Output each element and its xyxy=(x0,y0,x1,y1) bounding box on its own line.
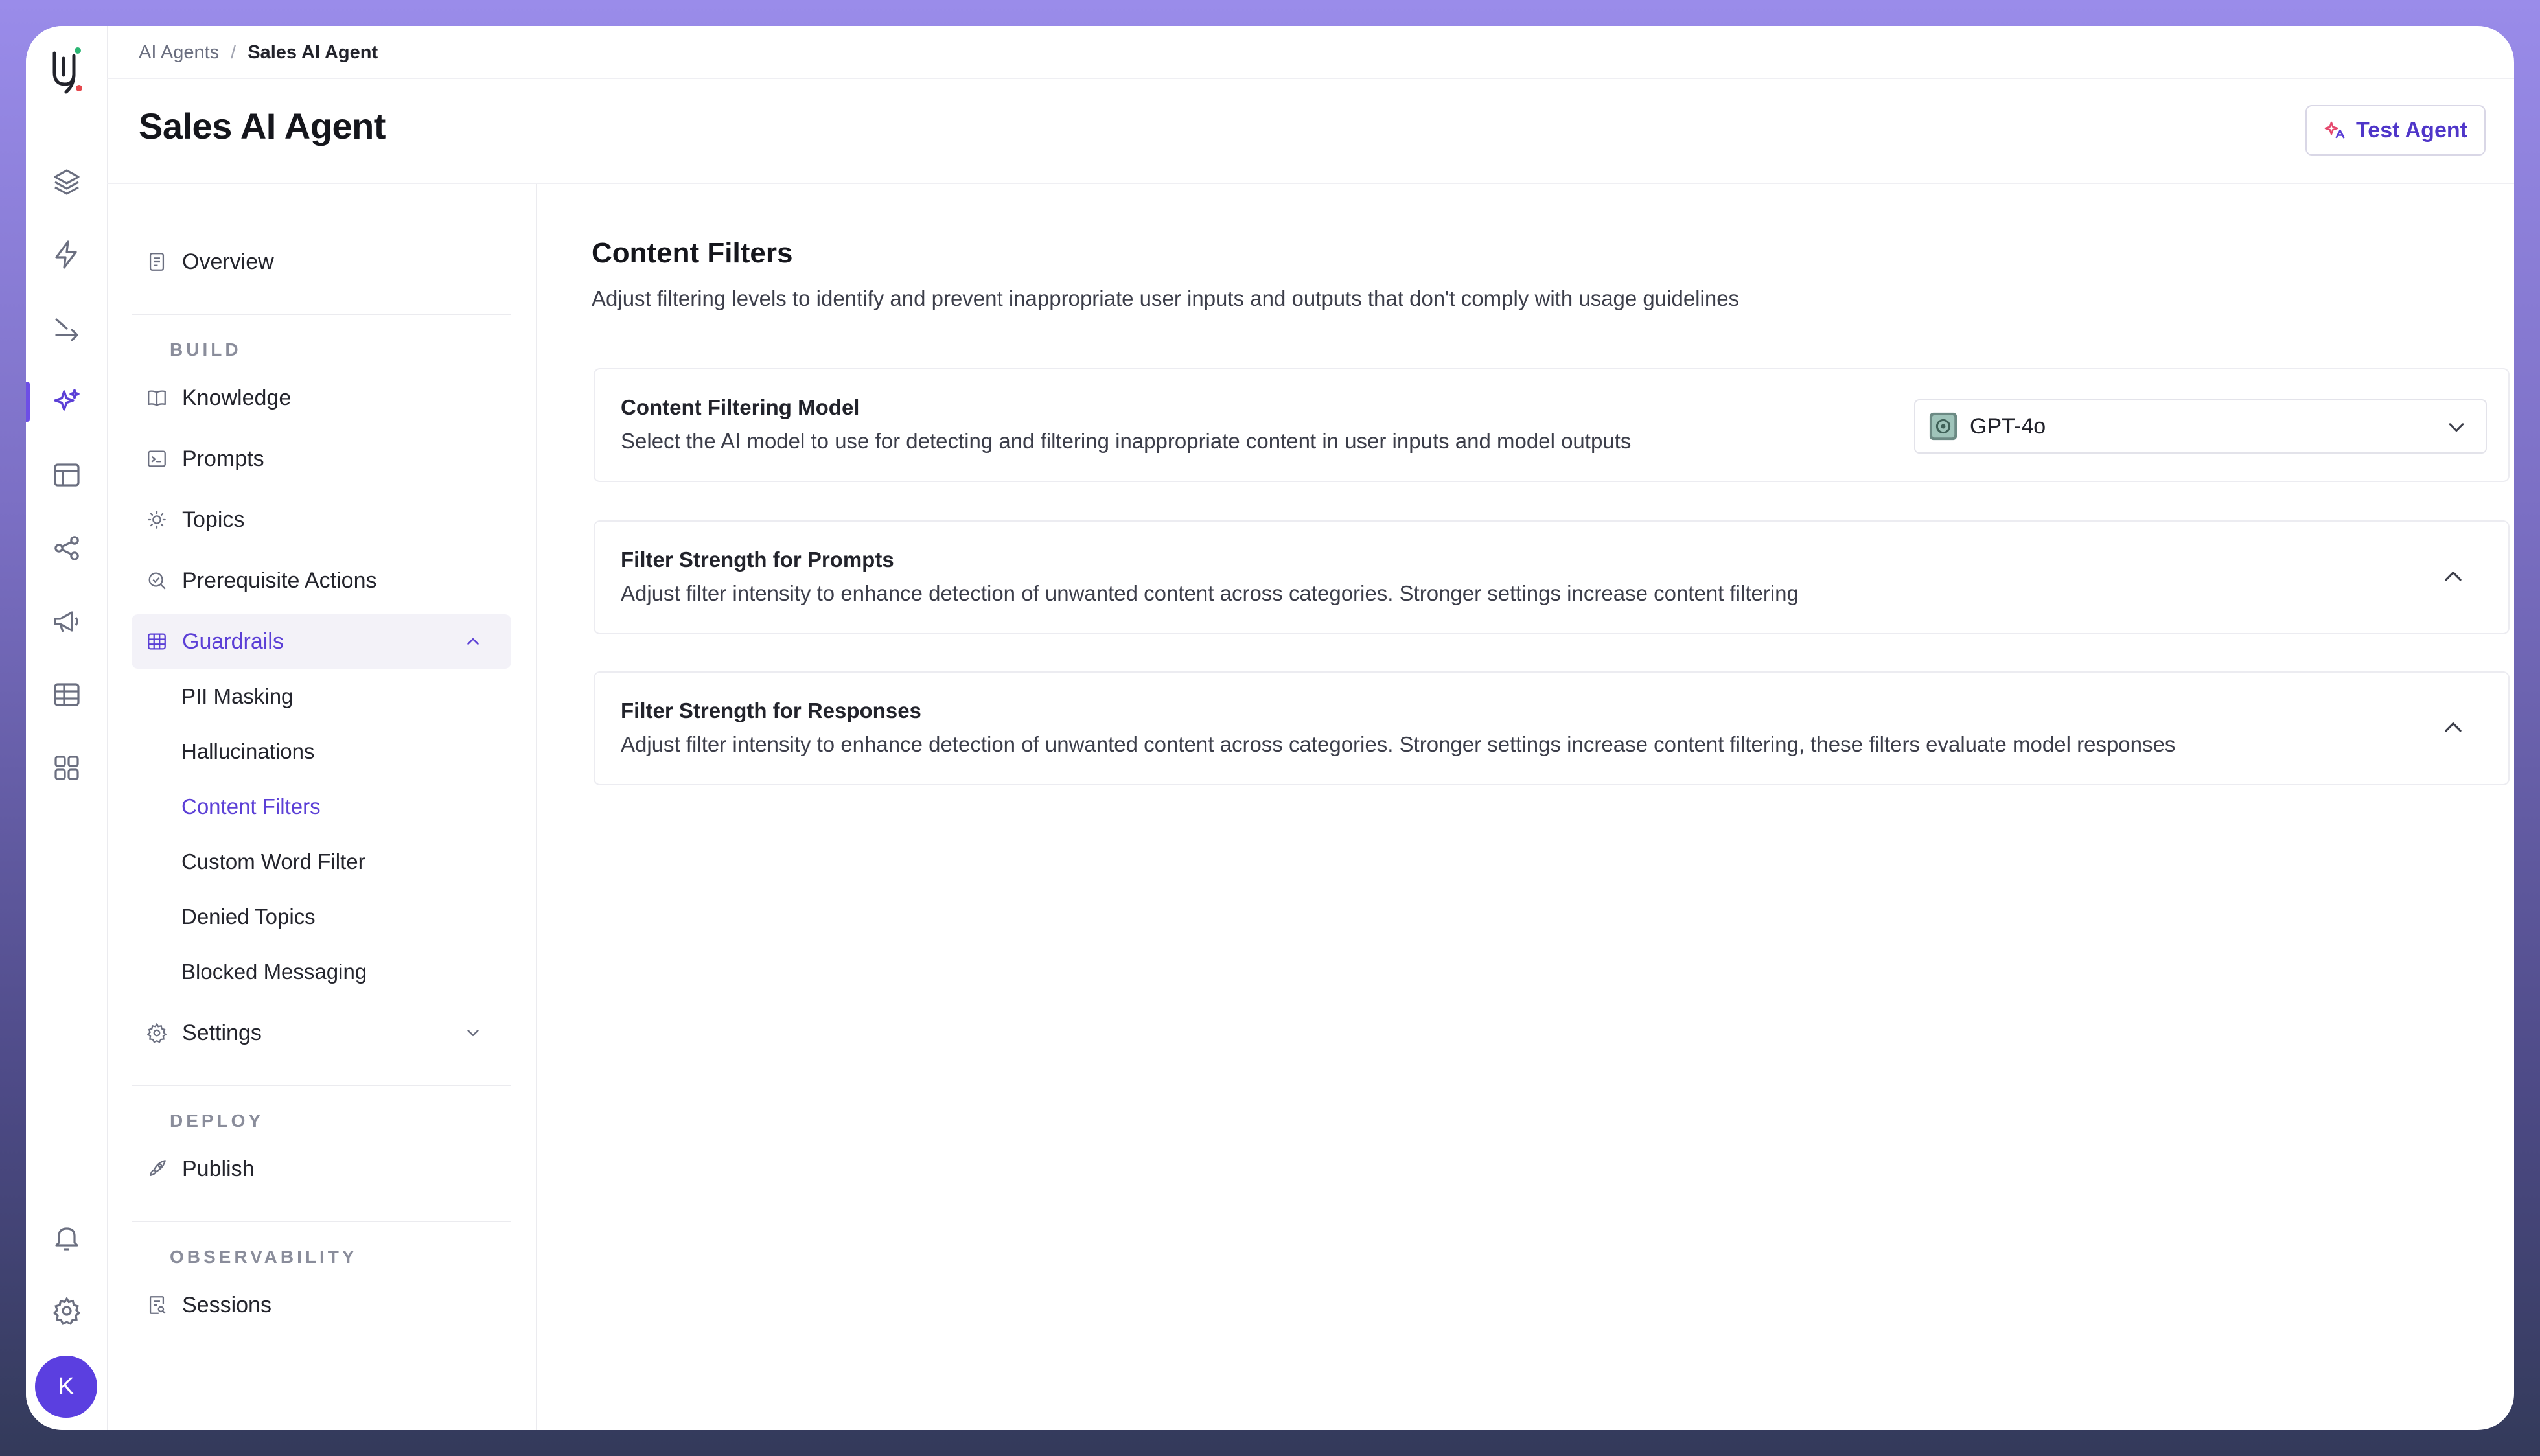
layers-icon[interactable] xyxy=(26,153,107,211)
section-label-observability: OBSERVABILITY xyxy=(170,1247,358,1267)
sidebar-item-label: Knowledge xyxy=(182,385,292,410)
page-title: Sales AI Agent xyxy=(139,106,386,146)
gear-icon[interactable] xyxy=(26,1282,107,1340)
document-search-icon xyxy=(149,1296,166,1314)
card-title: Filter Strength for Responses xyxy=(621,699,921,722)
sidebar-subitem-denied-topics[interactable]: Denied Topics xyxy=(181,897,316,936)
sidebar-item-prompts[interactable]: Prompts xyxy=(132,432,511,486)
app-logo-icon[interactable] xyxy=(40,39,92,97)
sidebar-divider xyxy=(132,314,511,315)
content-title: Content Filters xyxy=(592,237,793,269)
breadcrumb: AI Agents / Sales AI Agent xyxy=(139,40,378,65)
sidebar-item-guardrails[interactable]: Guardrails xyxy=(132,614,511,669)
bell-icon[interactable] xyxy=(26,1208,107,1267)
card-description: Select the AI model to use for detecting… xyxy=(621,429,1632,453)
sidebar-item-label: Publish xyxy=(182,1156,255,1181)
grid-table-icon xyxy=(148,633,166,650)
sidebar-item-settings[interactable]: Settings xyxy=(132,1006,511,1060)
section-label-build: BUILD xyxy=(170,340,242,360)
sidebar-subitem-hallucinations[interactable]: Hallucinations xyxy=(181,732,314,771)
model-icon xyxy=(1929,412,1957,441)
book-icon xyxy=(148,390,166,406)
sidebar-item-label: Sessions xyxy=(182,1292,271,1317)
breadcrumb-current: Sales AI Agent xyxy=(248,41,378,63)
breadcrumb-parent[interactable]: AI Agents xyxy=(139,42,219,64)
chevron-down-icon[interactable] xyxy=(463,1023,483,1043)
sidebar-item-label: Prerequisite Actions xyxy=(182,568,377,593)
sidebar-item-label: Topics xyxy=(182,507,245,532)
sidebar-item-label: Prompts xyxy=(182,446,264,471)
share-icon[interactable] xyxy=(26,519,107,577)
settings-icon xyxy=(146,1023,167,1043)
bolt-icon[interactable] xyxy=(26,225,107,284)
sidebar-item-label: Overview xyxy=(182,249,274,274)
sidebar-subitem-blocked-messaging[interactable]: Blocked Messaging xyxy=(181,953,367,991)
megaphone-icon[interactable] xyxy=(26,592,107,651)
sidebar-item-sessions[interactable]: Sessions xyxy=(132,1278,511,1332)
rocket-icon xyxy=(149,1160,166,1177)
badge-check-icon xyxy=(148,572,166,590)
terminal-icon xyxy=(148,450,166,467)
sidebar-item-prerequisite-actions[interactable]: Prerequisite Actions xyxy=(132,553,511,608)
sparkles-icon[interactable] xyxy=(26,373,107,431)
main-content: Content Filters Adjust filtering levels … xyxy=(537,184,2514,1430)
sidebar-subitem-content-filters[interactable]: Content Filters xyxy=(181,787,321,826)
sidebar-item-topics[interactable]: Topics xyxy=(132,492,511,547)
sidebar-item-overview[interactable]: Overview xyxy=(132,235,511,289)
chevron-down-icon xyxy=(2449,423,2464,432)
table-icon[interactable] xyxy=(26,665,107,724)
route-icon[interactable] xyxy=(26,299,107,358)
card-title: Content Filtering Model xyxy=(621,395,860,419)
sidebar-subitem-custom-word-filter[interactable]: Custom Word Filter xyxy=(181,842,365,881)
chevron-up-icon[interactable] xyxy=(463,632,483,651)
breadcrumb-separator: / xyxy=(231,41,237,63)
agent-sidebar: Overview BUILD Knowledge Prompts Topics … xyxy=(107,184,537,1430)
grid-icon[interactable] xyxy=(26,739,107,797)
test-agent-icon xyxy=(2324,121,2345,139)
card-title: Filter Strength for Prompts xyxy=(621,548,894,572)
model-select-value: GPT-4o xyxy=(1970,413,2046,439)
card-description: Adjust filter intensity to enhance detec… xyxy=(621,581,1799,605)
sidebar-item-label: Settings xyxy=(182,1020,262,1045)
content-filtering-model-card: Content Filtering Model Select the AI mo… xyxy=(594,368,2510,482)
sidebar-divider xyxy=(132,1085,511,1086)
sidebar-divider xyxy=(132,1221,511,1222)
sidebar-item-knowledge[interactable]: Knowledge xyxy=(132,371,511,425)
icon-rail: K xyxy=(26,26,108,1430)
sidebar-subitem-pii-masking[interactable]: PII Masking xyxy=(181,677,293,716)
lightbulb-icon xyxy=(148,511,166,529)
card-description: Adjust filter intensity to enhance detec… xyxy=(621,732,2176,756)
test-agent-label: Test Agent xyxy=(2356,117,2467,143)
filter-strength-responses-card[interactable]: Filter Strength for Responses Adjust fil… xyxy=(594,671,2510,785)
sidebar-item-label: Guardrails xyxy=(182,629,284,654)
top-divider xyxy=(107,78,2514,79)
model-select[interactable]: GPT-4o xyxy=(1914,399,2487,454)
app-window: K AI Agents / Sales AI Agent Sales AI Ag… xyxy=(26,26,2514,1430)
content-description: Adjust filtering levels to identify and … xyxy=(592,286,1740,310)
filter-strength-prompts-card[interactable]: Filter Strength for Prompts Adjust filte… xyxy=(594,520,2510,634)
test-agent-button[interactable]: Test Agent xyxy=(2305,105,2486,156)
document-icon xyxy=(149,253,165,271)
layout-icon[interactable] xyxy=(26,446,107,504)
sidebar-item-publish[interactable]: Publish xyxy=(132,1142,511,1196)
section-label-deploy: DEPLOY xyxy=(170,1111,264,1131)
user-avatar[interactable]: K xyxy=(35,1356,97,1418)
chevron-up-icon[interactable] xyxy=(2441,715,2465,740)
chevron-up-icon[interactable] xyxy=(2441,564,2465,589)
